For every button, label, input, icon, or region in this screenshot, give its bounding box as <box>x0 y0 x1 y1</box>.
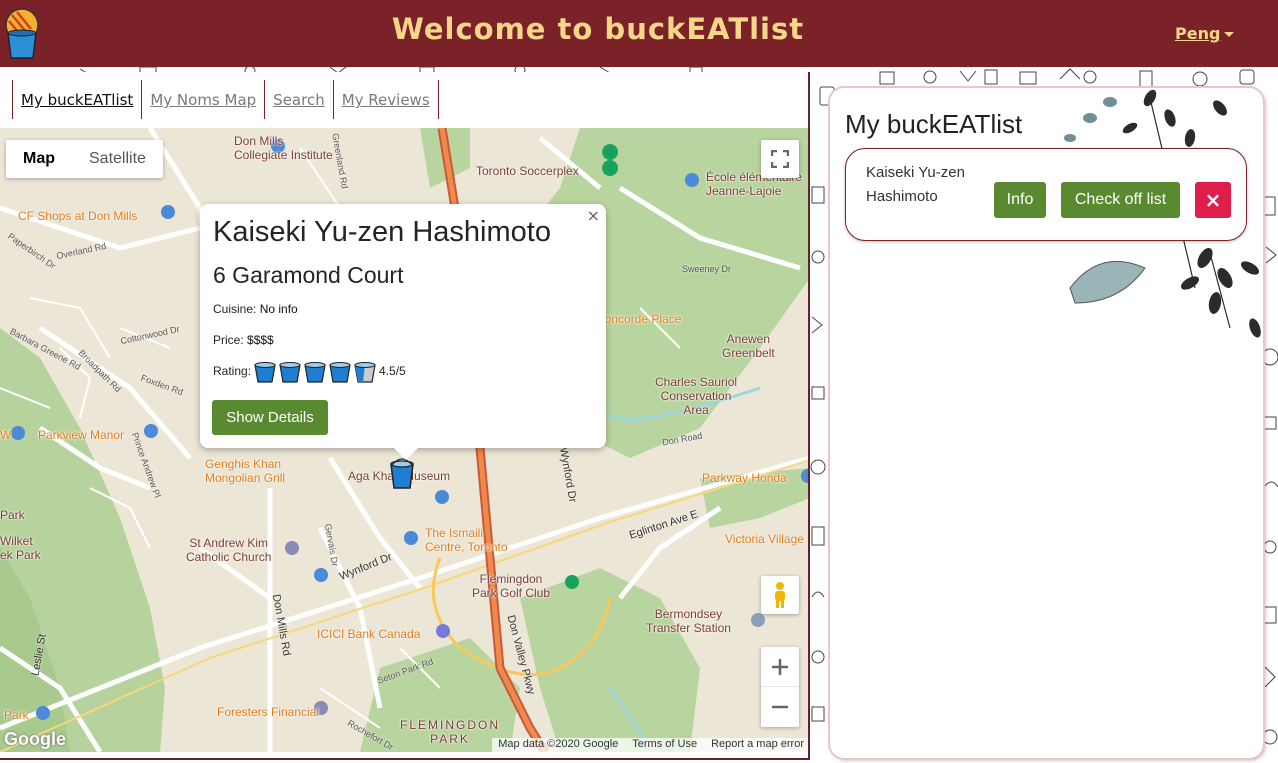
restaurant-marker-icon[interactable] <box>388 458 416 490</box>
user-name: Peng <box>1175 24 1221 43</box>
close-icon[interactable]: × <box>587 206 600 225</box>
cuisine-value: No info <box>259 302 298 316</box>
map-label: Park <box>4 708 29 722</box>
rating-buckets <box>253 359 377 383</box>
show-details-button[interactable]: Show Details <box>212 400 328 435</box>
popup-cuisine: Cuisine: No info <box>213 302 298 316</box>
map-label: Don Mills Collegiate Institute <box>234 134 333 162</box>
price-label: Price: <box>213 333 244 347</box>
popup-address: 6 Garamond Court <box>213 262 404 288</box>
buckeatlist-title: My buckEATlist <box>845 109 1023 139</box>
rating-label: Rating: <box>213 364 252 378</box>
delete-button[interactable]: × <box>1195 182 1231 218</box>
map-label: Concorde Place <box>596 312 682 326</box>
map-data-credit: Map data ©2020 Google <box>498 738 619 750</box>
map-panel: My buckEATlist My Noms Map Search My Rev… <box>0 72 810 760</box>
restaurant-info-popup: × Kaiseki Yu-zen Hashimoto 6 Garamond Co… <box>200 204 606 460</box>
map-attribution: Map data ©2020 Google Terms of Use Repor… <box>492 738 808 752</box>
map-type-satellite-button[interactable]: Satellite <box>72 140 163 178</box>
popup-rating: Rating: 4.5/5 <box>213 359 406 383</box>
nav-tabs: My buckEATlist My Noms Map Search My Rev… <box>12 80 439 119</box>
map-label: CF Shops at Don Mills <box>18 209 138 223</box>
map-label: Toronto Soccerplex <box>476 164 579 178</box>
rating-text: 4.5/5 <box>379 364 406 378</box>
user-menu-dropdown[interactable]: Peng <box>1175 24 1235 43</box>
terms-of-use-link[interactable]: Terms of Use <box>632 738 697 752</box>
bucket-full-icon <box>254 362 276 383</box>
map-label: Flemingdon Park Golf Club <box>472 572 551 600</box>
map-label: Sweeney Dr <box>682 264 732 274</box>
map-label: Park <box>0 508 25 522</box>
map-label: ICICI Bank Canada <box>317 627 421 641</box>
map-type-control: Map Satellite <box>6 140 163 178</box>
close-x-icon: × <box>1204 188 1222 212</box>
tab-search[interactable]: Search <box>264 80 333 119</box>
popup-restaurant-name: Kaiseki Yu-zen Hashimoto <box>213 216 551 248</box>
map-label: Parkway Honda <box>702 471 787 485</box>
report-map-error-link[interactable]: Report a map error <box>711 738 804 752</box>
map-label: Foresters Financial <box>217 705 320 719</box>
tab-my-reviews[interactable]: My Reviews <box>332 80 439 119</box>
map-label: Genghis Khan Mongolian Grill <box>205 457 286 485</box>
map-label: FLEMINGDON PARK <box>400 718 501 746</box>
app-header: Welcome to buckEATlist Peng <box>0 0 1278 67</box>
leaf-decoration <box>1064 89 1261 338</box>
zoom-out-button[interactable] <box>761 687 799 727</box>
bucket-full-icon <box>304 362 326 383</box>
map-label: W <box>0 428 12 442</box>
map-label: Parkview Manor <box>38 428 125 442</box>
check-off-list-button[interactable]: Check off list <box>1061 182 1180 218</box>
bucket-partial-icon <box>354 362 376 383</box>
map-label: St Andrew Kim Catholic Church <box>186 536 272 564</box>
plus-icon <box>772 658 788 675</box>
map-label: Wilket ek Park <box>0 534 41 562</box>
map-label: Victoria Village <box>725 532 804 546</box>
google-map[interactable]: Don Mills Collegiate Institute Toronto S… <box>0 128 808 752</box>
cuisine-label: Cuisine: <box>213 302 257 316</box>
map-label: Charles Sauriol Conservation Area <box>655 375 738 417</box>
zoom-in-button[interactable] <box>761 647 799 687</box>
buckeatlist-panel: My buckEATlist Kaiseki Yu-zen Hashimoto … <box>830 88 1263 758</box>
google-logo: Google <box>4 729 66 749</box>
buckeatlist-item: Kaiseki Yu-zen Hashimoto Info Check off … <box>845 148 1247 241</box>
map-label: The Ismaili Centre, Toronto <box>425 526 508 554</box>
price-value: $$$$ <box>247 333 274 347</box>
street-view-pegman-button[interactable] <box>761 576 799 614</box>
fullscreen-button[interactable] <box>761 140 799 178</box>
item-restaurant-name: Kaiseki Yu-zen Hashimoto <box>866 164 965 205</box>
caret-down-icon <box>1224 32 1235 37</box>
minus-icon <box>772 705 788 709</box>
map-label: Anewen Greenbelt <box>722 332 775 360</box>
site-title: Welcome to buckEATlist <box>391 12 805 46</box>
tab-my-noms-map[interactable]: My Noms Map <box>141 80 264 119</box>
pegman-icon <box>775 582 785 608</box>
zoom-control <box>761 647 799 727</box>
tab-my-buckeatlist[interactable]: My buckEATlist <box>12 80 141 119</box>
bucket-full-icon <box>329 362 351 383</box>
popup-price: Price: $$$$ <box>213 333 274 347</box>
map-type-map-button[interactable]: Map <box>6 140 72 178</box>
fullscreen-icon <box>771 150 789 168</box>
map-label: Bermondsey Transfer Station <box>646 607 731 635</box>
info-button[interactable]: Info <box>994 182 1046 218</box>
bucket-full-icon <box>279 362 301 383</box>
